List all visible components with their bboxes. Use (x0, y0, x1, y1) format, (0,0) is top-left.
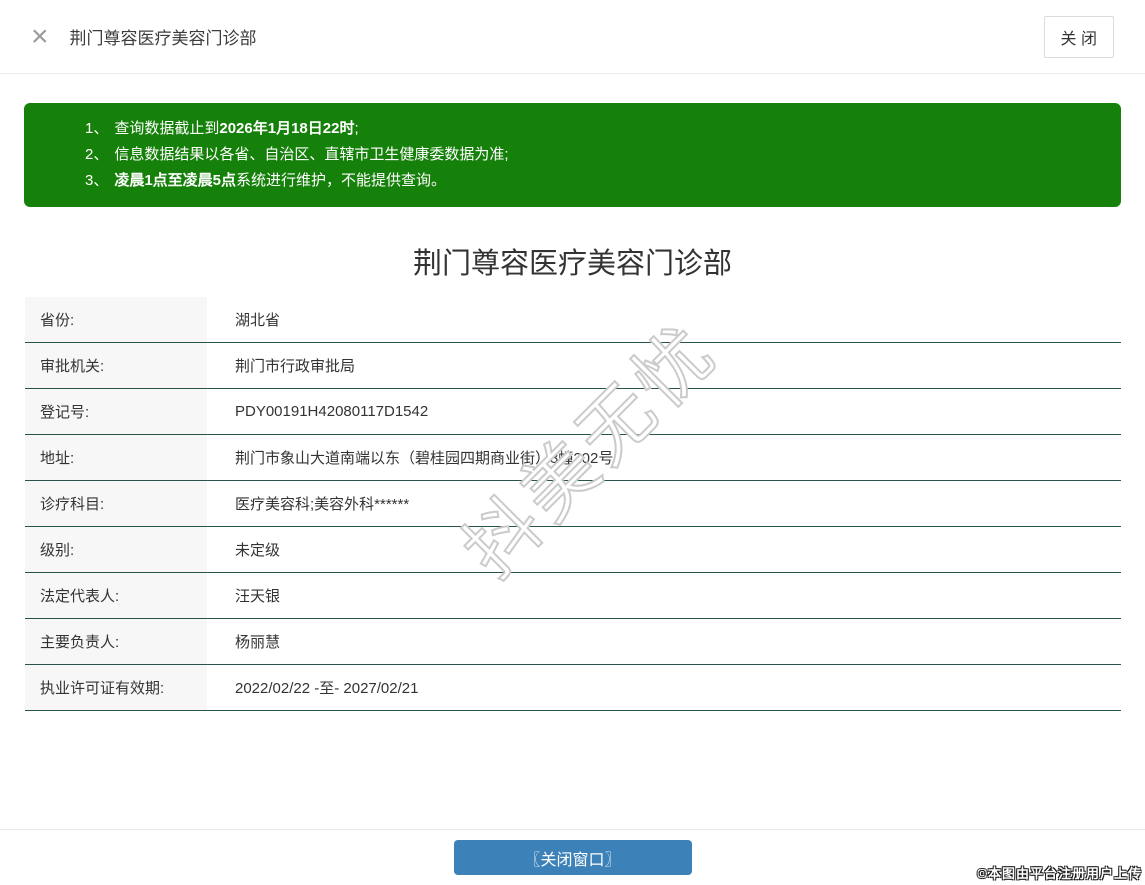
row-value: 荆门市行政审批局 (235, 358, 356, 375)
topbar: × 荆门尊容医疗美容门诊部 关 闭 (0, 0, 1145, 74)
notice-line: 2、 信息数据结果以各省、自治区、直辖市卫生健康委数据为准; (85, 146, 509, 163)
row-label: 地址: (25, 435, 207, 480)
row-value: 荆门市象山大道南端以东（碧桂园四期商业街）3幢202号 (235, 450, 614, 467)
table-row: 执业许可证有效期: 2022/02/22 -至- 2027/02/21 (25, 665, 1121, 711)
detail-table: 省份: 湖北省审批机关: 荆门市行政审批局登记号: PDY00191H42080117… (25, 297, 1121, 711)
row-value: 2022/02/22 -至- 2027/02/21 (235, 680, 419, 697)
window-title: 荆门尊容医疗美容门诊部 (69, 29, 257, 48)
table-row: 级别: 未定级 (25, 527, 1121, 573)
table-row: 地址: 荆门市象山大道南端以东（碧桂园四期商业街）3幢202号 (25, 435, 1121, 481)
row-label: 登记号: (25, 389, 207, 434)
row-label: 主要负责人: (25, 619, 207, 664)
row-value: 未定级 (235, 542, 281, 559)
table-row: 诊疗科目: 医疗美容科;美容外科****** (25, 481, 1121, 527)
notice-line: 3、 凌晨1点至凌晨5点系统进行维护，不能提供查询。 (85, 172, 447, 189)
notice-line: 1、 查询数据截止到2026年1月18日22时; (85, 120, 359, 137)
row-label: 省份: (25, 297, 207, 342)
clinic-name-title: 荆门尊容医疗美容门诊部 (412, 248, 732, 280)
table-row: 审批机关: 荆门市行政审批局 (25, 343, 1121, 389)
table-row: 主要负责人: 杨丽慧 (25, 619, 1121, 665)
row-value: 湖北省 (235, 312, 281, 329)
notice-banner: 1、 查询数据截止到2026年1月18日22时; 2、 信息数据结果以各省、自治区、直… (24, 103, 1121, 207)
row-value: 杨丽慧 (235, 634, 281, 651)
close-x-icon[interactable]: × (31, 21, 49, 52)
close-button[interactable]: 关 闭 (1043, 15, 1114, 58)
table-row: 登记号: PDY00191H42080117D1542 (25, 389, 1121, 435)
row-label: 法定代表人: (25, 573, 207, 618)
row-value: PDY00191H42080117D1542 (235, 403, 429, 420)
row-label: 执业许可证有效期: (25, 665, 207, 710)
row-value: 医疗美容科;美容外科****** (235, 496, 410, 513)
table-row: 法定代表人: 汪天银 (25, 573, 1121, 619)
close-window-button[interactable]: 〖关闭窗口〗 (453, 840, 692, 875)
table-row: 省份: 湖北省 (25, 297, 1121, 343)
footer-bar: 〖关闭窗口〗 (0, 829, 1145, 885)
copyright-watermark: ©本图由平台注册用户上传 (977, 866, 1142, 881)
row-value: 汪天银 (235, 588, 281, 605)
row-label: 诊疗科目: (25, 481, 207, 526)
row-label: 审批机关: (25, 343, 207, 388)
row-label: 级别: (25, 527, 207, 572)
